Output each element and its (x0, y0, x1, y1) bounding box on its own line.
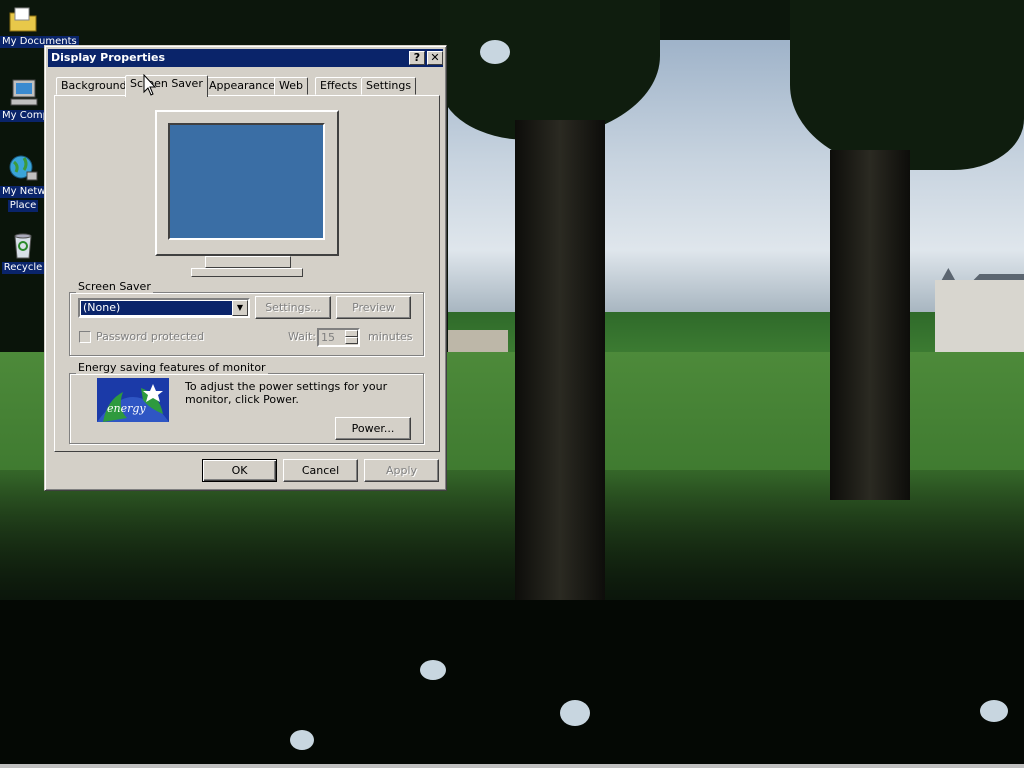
energy-star-logo-icon: energy (97, 378, 169, 422)
wait-minutes-spinner[interactable]: 15 (317, 328, 360, 347)
computer-icon (10, 79, 38, 106)
power-button[interactable]: Power... (335, 417, 411, 440)
minutes-label: minutes (368, 330, 413, 343)
folder-icon (9, 7, 37, 32)
preview-screen (168, 123, 325, 240)
wait-value: 15 (321, 331, 335, 344)
desktop-icon-my-documents[interactable]: My Documents (0, 2, 79, 62)
desktop-icon-my-computer[interactable]: My Comp (0, 76, 51, 136)
dialog-titlebar[interactable]: Display Properties ? ✕ (48, 49, 443, 67)
desktop-icon-network-places[interactable]: My Netw Place (0, 152, 48, 212)
chevron-down-icon[interactable]: ▼ (232, 300, 248, 316)
screen-saver-selected-value: (None) (80, 300, 233, 316)
wait-label: Wait: (288, 330, 316, 343)
screen-saver-select[interactable]: (None) ▼ (78, 298, 250, 318)
tab-effects[interactable]: Effects (315, 77, 363, 95)
password-protected-checkbox[interactable] (79, 331, 91, 343)
preview-button[interactable]: Preview (336, 296, 411, 319)
settings-button[interactable]: Settings... (255, 296, 331, 319)
tab-settings[interactable]: Settings (361, 77, 417, 95)
tab-web[interactable]: Web (274, 77, 308, 95)
tab-appearance[interactable]: Appearance (204, 77, 281, 95)
cancel-button[interactable]: Cancel (283, 459, 358, 482)
desktop-icon-recycle-bin[interactable]: Recycle (0, 228, 46, 288)
password-protected-label: Password protected (96, 330, 205, 343)
spin-down-arrow-icon[interactable] (345, 337, 358, 344)
spin-up-arrow-icon[interactable] (345, 330, 358, 337)
help-button[interactable]: ? (409, 51, 425, 65)
energy-description: To adjust the power settings for your mo… (185, 380, 388, 406)
energy-saving-group-label: Energy saving features of monitor (76, 361, 268, 374)
desktop-icon-label: Recycle (1, 262, 45, 274)
desktop-icon-label: Place (7, 200, 39, 212)
close-button[interactable]: ✕ (427, 51, 443, 65)
tab-screen-saver[interactable]: Screen Saver (125, 75, 208, 97)
tab-background[interactable]: Background (56, 77, 132, 95)
desktop-icon-label: My Netw (0, 186, 48, 198)
screen-saver-group-label: Screen Saver (76, 280, 153, 293)
recycle-bin-icon (14, 233, 32, 259)
display-properties-dialog: Display Properties ? ✕ Background Screen… (44, 45, 447, 491)
network-globe-icon (9, 155, 38, 181)
energy-logo-text: energy (107, 402, 146, 415)
mouse-pointer-icon (143, 74, 157, 96)
apply-button[interactable]: Apply (364, 459, 439, 482)
ok-button[interactable]: OK (202, 459, 277, 482)
dialog-title: Display Properties (51, 51, 166, 64)
